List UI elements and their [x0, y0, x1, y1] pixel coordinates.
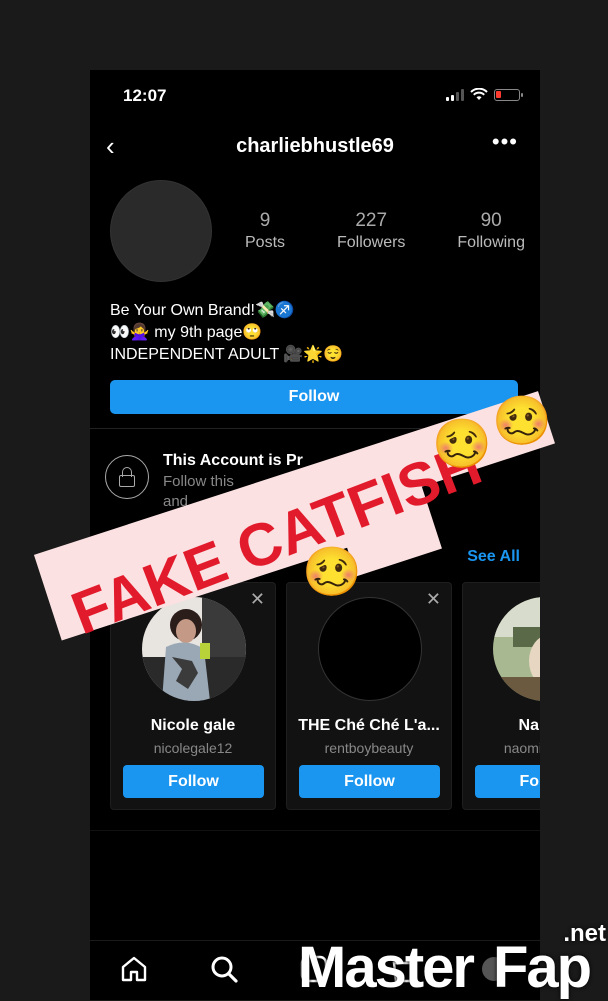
stat-followers-label: Followers	[336, 234, 406, 251]
private-subtitle-line-2: and	[163, 493, 189, 510]
suggested-name: Na	[518, 717, 539, 734]
lock-icon	[105, 455, 149, 499]
suggested-card[interactable]: Na naomis Fo	[462, 582, 540, 810]
stat-following-value: 90	[480, 210, 502, 231]
status-icons	[446, 88, 523, 101]
close-icon[interactable]: ✕	[250, 589, 265, 610]
suggested-handle: nicolegale12	[153, 740, 233, 756]
suggested-header: See All	[90, 540, 540, 570]
status-bar: 12:07	[90, 70, 540, 120]
profile-bio: Be Your Own Brand!💸♐ 👀🙅‍♀️ my 9th page🙄 …	[110, 300, 343, 366]
see-all-link[interactable]: See All	[467, 548, 520, 566]
more-horizontal-icon[interactable]: •••	[492, 129, 518, 155]
suggested-follow-button[interactable]: Fo	[475, 765, 540, 798]
watermark-net: .net	[563, 920, 606, 947]
private-subtitle: Follow this and	[163, 472, 263, 512]
bio-line-1: Be Your Own Brand!💸♐	[110, 302, 295, 319]
phone-screen: 12:07 ‹ charliebhustle69 ••• 9 Posts 227…	[90, 70, 540, 1000]
divider	[90, 428, 540, 429]
stat-following-label: Following	[457, 234, 525, 251]
stat-posts[interactable]: 9 Posts	[245, 210, 285, 252]
home-icon[interactable]	[118, 953, 150, 985]
profile-stats: 9 Posts 227 Followers 90 Following	[245, 210, 525, 252]
suggested-avatar	[142, 597, 246, 701]
suggested-follow-button[interactable]: Follow	[299, 765, 440, 798]
profile-avatar	[110, 180, 212, 282]
stat-followers-value: 227	[355, 210, 388, 231]
private-account-notice: This Account is Pr Follow this and	[105, 450, 525, 510]
stat-posts-label: Posts	[245, 234, 286, 251]
bio-line-2: 👀🙅‍♀️ my 9th page🙄	[110, 324, 263, 341]
profile-username: charliebhustle69	[236, 135, 394, 157]
stat-following[interactable]: 90 Following	[457, 210, 525, 252]
suggested-card[interactable]: ✕ THE Ché Ché L'a... rentboybeauty Follo…	[286, 582, 452, 810]
suggested-name: THE Ché Ché L'a...	[298, 717, 440, 734]
profile-navbar: ‹ charliebhustle69 •••	[90, 125, 540, 165]
stat-followers[interactable]: 227 Followers	[337, 210, 405, 252]
bio-line-3: INDEPENDENT ADULT 🎥🌟😌	[110, 346, 344, 363]
site-watermark: Master Fap .net	[298, 920, 608, 1000]
private-title: This Account is Pr	[163, 452, 303, 469]
private-subtitle-line-1: Follow this	[163, 473, 234, 490]
stat-posts-value: 9	[259, 210, 271, 231]
suggested-name: Nicole gale	[150, 717, 236, 734]
follow-button[interactable]: Follow	[110, 380, 518, 414]
battery-icon	[494, 89, 523, 101]
status-time: 12:07	[123, 86, 167, 105]
suggested-card[interactable]: ✕ Nicole gale nicolegale12 Follow	[110, 582, 276, 810]
suggested-handle: rentboybeauty	[324, 740, 414, 756]
suggested-avatar	[493, 597, 540, 701]
suggested-cards: ✕ Nicole gale nicolegale12 Follow ✕ THE …	[110, 582, 540, 812]
close-icon[interactable]: ✕	[426, 589, 441, 610]
suggested-handle: naomis	[503, 740, 540, 756]
watermark-master: Master	[298, 935, 475, 1000]
suggested-follow-button[interactable]: Follow	[123, 765, 264, 798]
wifi-icon	[470, 88, 488, 100]
signal-icon	[446, 89, 464, 101]
suggested-avatar	[318, 597, 422, 701]
search-icon[interactable]	[208, 953, 240, 985]
